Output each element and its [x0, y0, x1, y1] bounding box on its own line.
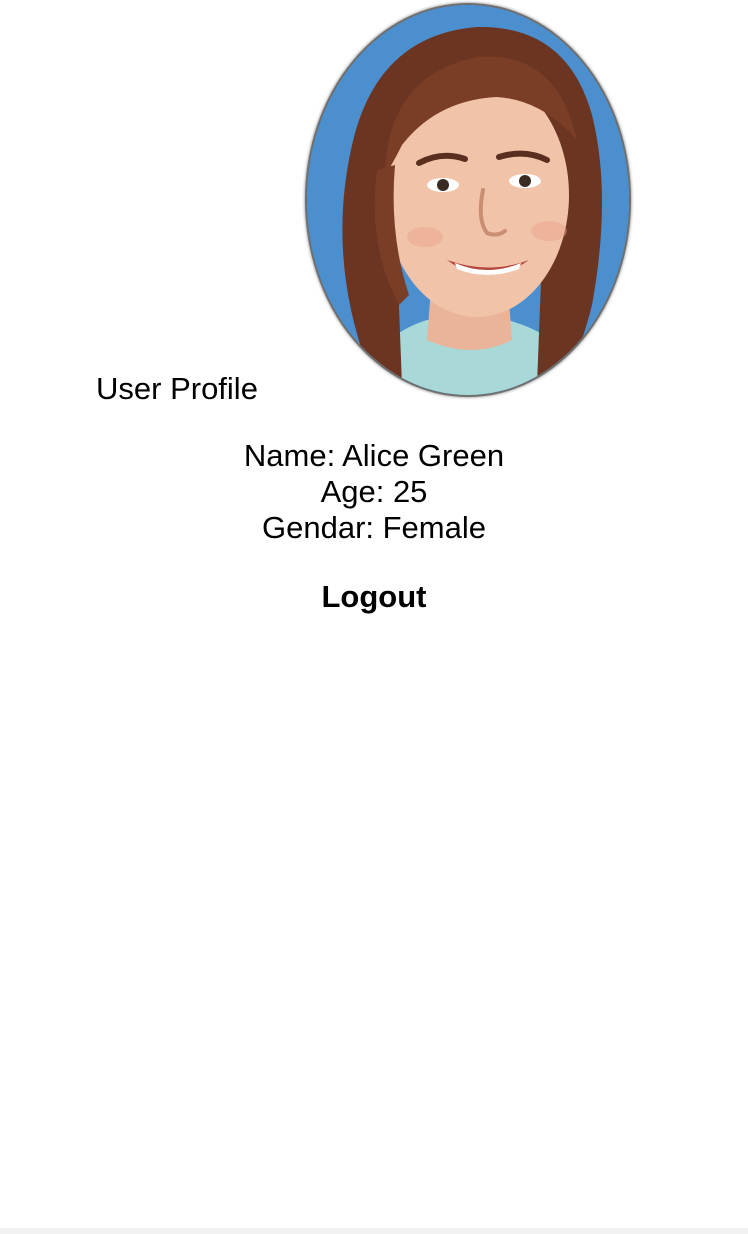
page-title: User Profile: [96, 371, 258, 406]
profile-gender: Gendar: Female: [262, 510, 486, 545]
profile-name: Name: Alice Green: [243, 438, 505, 473]
logout-button[interactable]: Logout: [0, 578, 748, 616]
profile-details: Name: Alice Green Age: 25 Gendar: Female: [0, 438, 748, 546]
profile-age: Age: 25: [320, 474, 428, 509]
avatar: [305, 3, 631, 397]
user-photo-icon: [307, 5, 629, 395]
user-profile-page: User Profile Name: Alice Green Age: 25 G…: [0, 0, 748, 1234]
bottom-edge: [0, 1228, 748, 1234]
